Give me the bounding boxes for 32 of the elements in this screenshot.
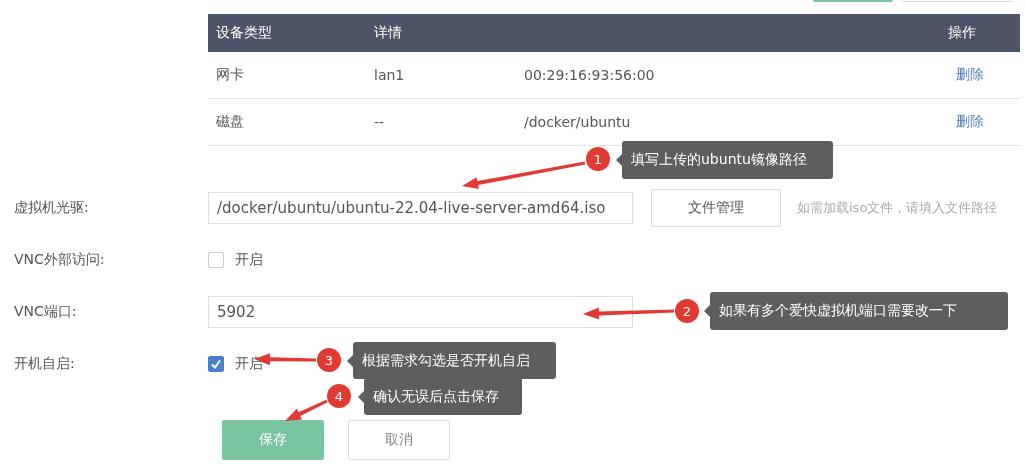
text-field[interactable]: /docker/ubuntu/ubuntu-22.04-live-server-amd64.iso [208, 192, 633, 224]
delete-link[interactable]: 删除 [948, 113, 984, 129]
table-cell-text: 网卡 [215, 66, 245, 84]
column-header: 详情 [373, 24, 403, 42]
callout: 填写上传的ubuntu镜像路径 [622, 141, 833, 179]
column-header: 操作 [947, 24, 977, 42]
table-cell-text: 磁盘 [215, 113, 245, 131]
hint-text: 如需加载iso文件，请填入文件路径 [797, 199, 998, 217]
callout: 根据需求勾选是否开机自启 [353, 342, 556, 379]
table-cell-text: /docker/ubuntu [523, 114, 632, 130]
column-header: 设备类型 [215, 24, 273, 42]
callout: 确认无误后点击保存 [364, 378, 522, 415]
delete-link[interactable]: 删除 [948, 66, 984, 82]
arrow [285, 399, 328, 421]
field-label: VNC外部访问: [14, 251, 106, 269]
step-number: 4 [327, 384, 351, 408]
file-manager-button[interactable]: 文件管理 [651, 189, 781, 227]
cancel-button[interactable]: 取消 [348, 420, 450, 460]
step-number: 1 [586, 147, 610, 171]
step-number: 3 [317, 348, 341, 372]
text-field[interactable]: 5902 [208, 296, 633, 328]
table-cell-text: 00:29:16:93:56:00 [523, 67, 656, 83]
step-number: 2 [675, 299, 699, 323]
checkbox[interactable] [208, 356, 224, 372]
checkbox[interactable] [208, 252, 224, 268]
callout: 如果有多个爱快虚拟机端口需要改一下 [710, 292, 1008, 330]
field-label: 虚拟机光驱: [14, 199, 90, 217]
table-cell-text: -- [373, 114, 386, 130]
checkbox-label: 开启 [235, 251, 263, 269]
field-label: VNC端口: [14, 303, 78, 321]
table-cell-text: lan1 [373, 67, 406, 83]
field-label: 开机自启: [14, 355, 76, 373]
